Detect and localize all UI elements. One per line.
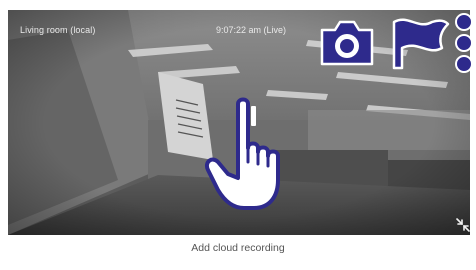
camera-name: Living room (local)	[20, 25, 96, 35]
add-cloud-recording-link[interactable]: Add cloud recording	[0, 242, 476, 254]
camera-viewer: Living room (local) 9:07:22 am (Live) Ad…	[0, 0, 476, 270]
flag-event-button[interactable]	[388, 16, 452, 72]
more-vertical-icon	[455, 13, 473, 73]
hand-pointer-icon	[204, 96, 288, 212]
collapse-arrows-icon	[456, 218, 470, 232]
live-timestamp: 9:07:22 am (Live)	[216, 25, 287, 35]
camera-icon	[320, 20, 374, 66]
snapshot-button[interactable]	[318, 18, 376, 68]
flag-icon	[392, 18, 450, 70]
more-options-button[interactable]	[452, 12, 476, 74]
exit-fullscreen-button[interactable]	[454, 216, 470, 234]
